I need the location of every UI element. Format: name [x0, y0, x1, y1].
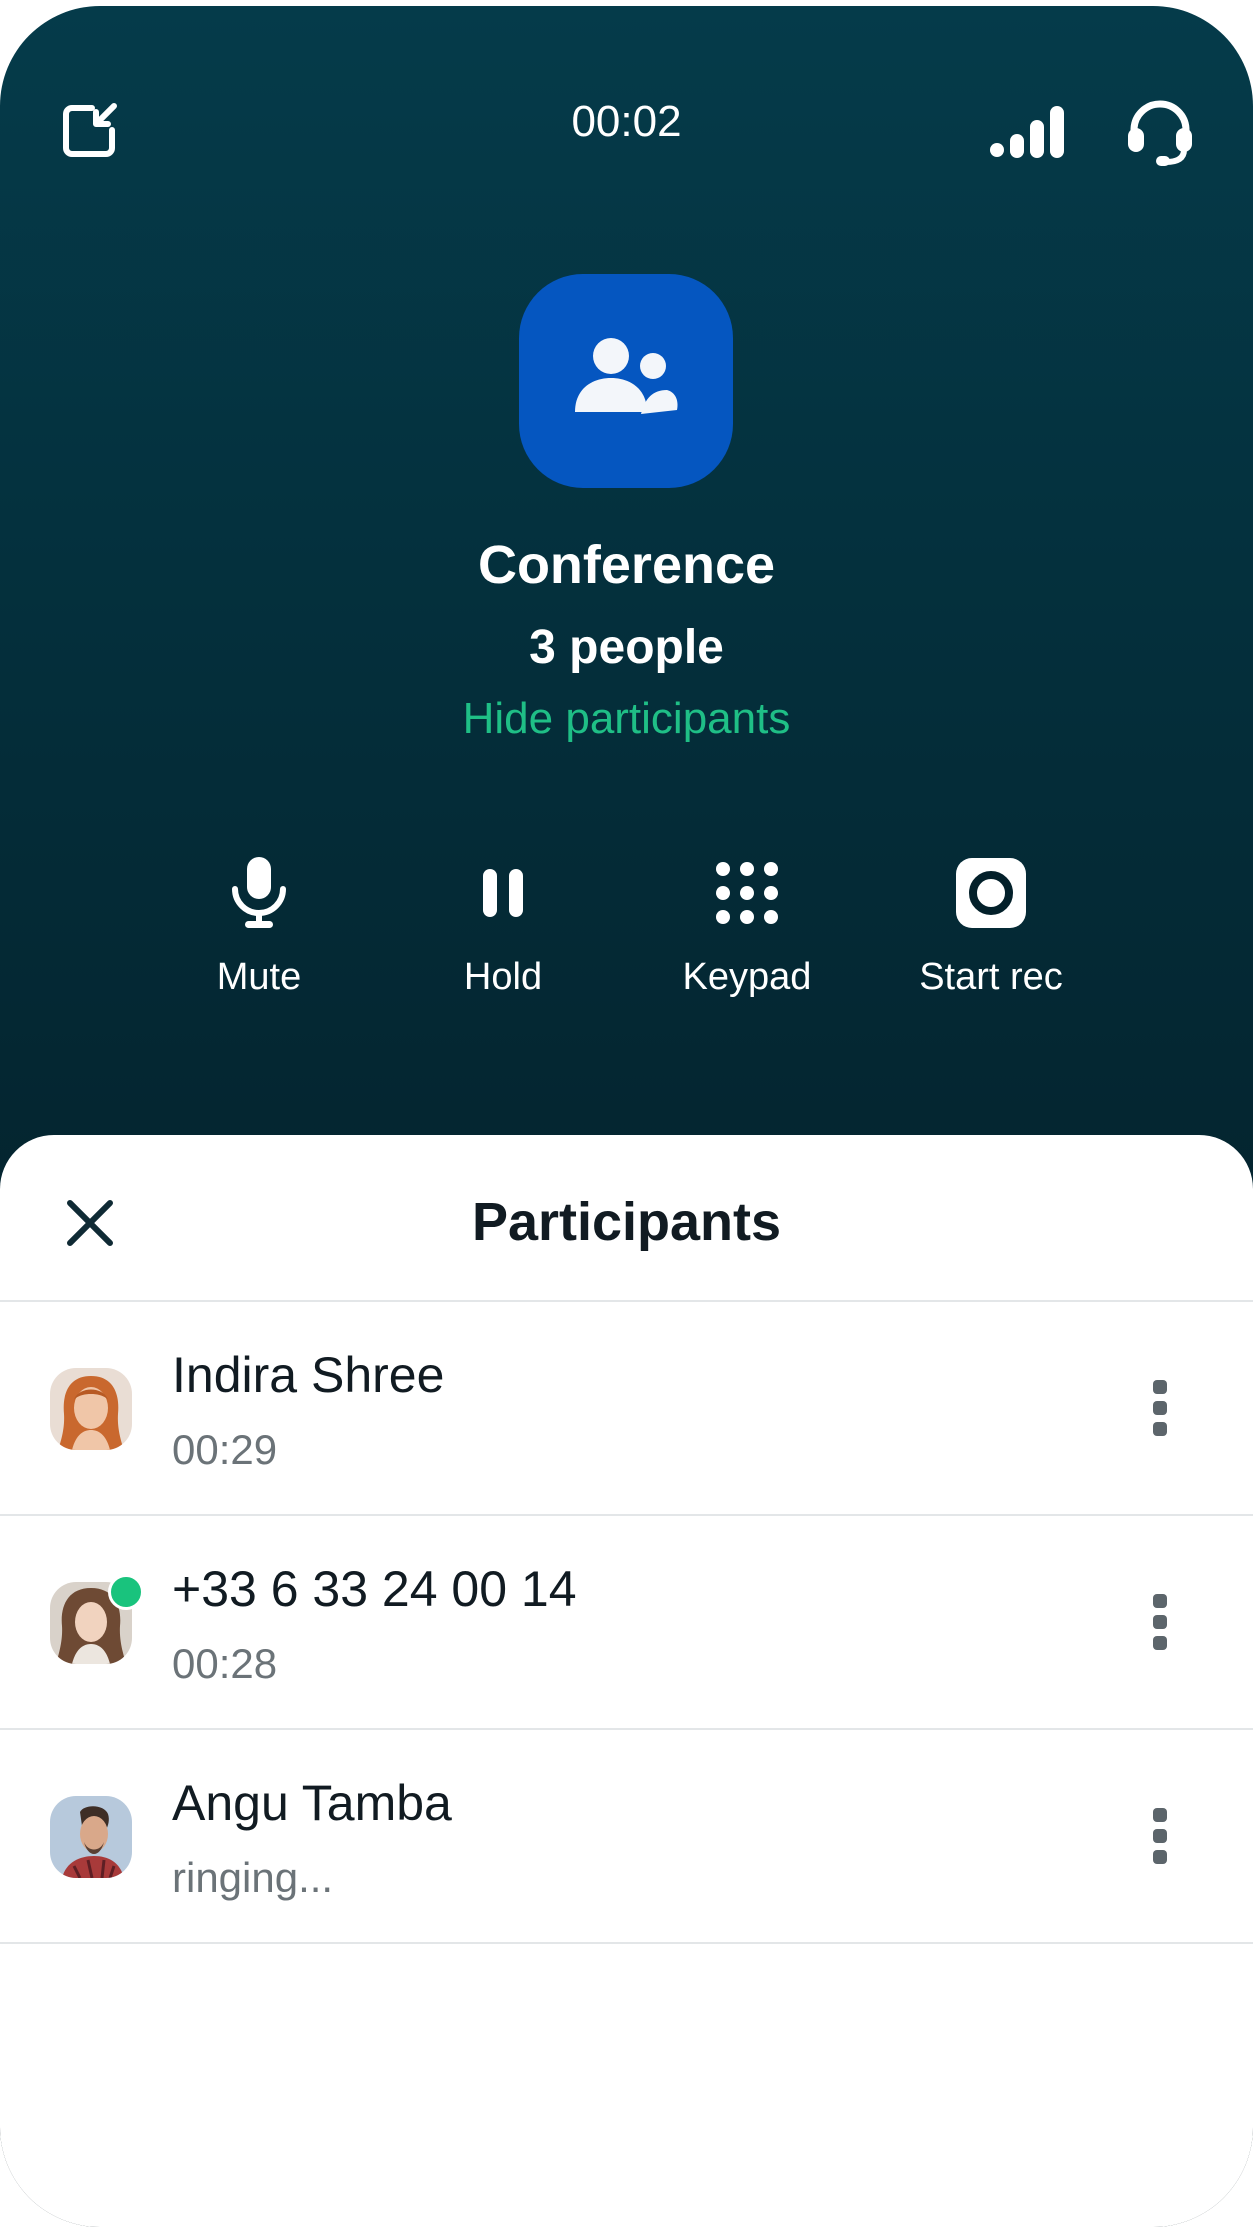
microphone-icon	[231, 857, 287, 933]
participant-name: Angu Tamba	[172, 1775, 452, 1831]
mute-button[interactable]: Mute	[149, 856, 369, 999]
participant-name: +33 6 33 24 00 14	[172, 1561, 577, 1617]
keypad-button[interactable]: Keypad	[637, 856, 857, 999]
more-options-button[interactable]	[1146, 1592, 1174, 1652]
pause-icon	[481, 867, 525, 923]
headset-icon[interactable]	[1126, 100, 1194, 170]
participants-sheet-header: Participants	[0, 1135, 1253, 1301]
more-vertical-icon	[1146, 1380, 1174, 1442]
hide-participants-link[interactable]: Hide participants	[0, 694, 1253, 744]
participant-status: ringing...	[172, 1854, 334, 1901]
keypad-icon	[715, 861, 779, 929]
signal-strength-icon	[990, 104, 1064, 162]
participant-duration: 00:28	[172, 1640, 278, 1687]
participant-count: 3 people	[529, 621, 724, 674]
more-options-button[interactable]	[1146, 1806, 1174, 1866]
hold-button[interactable]: Hold	[393, 856, 613, 999]
more-vertical-icon	[1146, 1808, 1174, 1870]
hold-label: Hold	[463, 956, 543, 998]
avatar	[50, 1796, 132, 1878]
participant-row[interactable]: +33 6 33 24 00 14 00:28	[0, 1516, 1253, 1728]
call-top-bar: 00:02	[0, 6, 1253, 176]
mute-label: Mute	[216, 956, 302, 998]
more-vertical-icon	[1146, 1594, 1174, 1656]
avatar	[50, 1368, 132, 1450]
participants-sheet: Participants Indira Shree 00:29 +33 6 33…	[0, 1135, 1253, 2227]
divider	[0, 1942, 1253, 1944]
conference-title: Conference	[477, 535, 776, 595]
record-icon	[956, 858, 1026, 932]
participant-duration: 00:29	[172, 1426, 278, 1473]
start-recording-label: Start rec	[919, 956, 1063, 998]
keypad-label: Keypad	[682, 956, 812, 998]
participant-row[interactable]: Angu Tamba ringing...	[0, 1730, 1253, 1942]
participant-row[interactable]: Indira Shree 00:29	[0, 1302, 1253, 1514]
participants-title: Participants	[471, 1192, 782, 1252]
online-status-dot	[108, 1574, 144, 1610]
start-recording-button[interactable]: Start rec	[881, 856, 1101, 999]
more-options-button[interactable]	[1146, 1378, 1174, 1438]
call-screen: 00:02 Conference 3 people Hide participa…	[0, 6, 1253, 2227]
participant-name: Indira Shree	[172, 1347, 445, 1403]
conference-avatar	[519, 274, 733, 488]
call-timer: 00:02	[571, 97, 682, 146]
group-icon	[571, 334, 681, 428]
call-controls: Mute Hold Keypad Start rec	[0, 856, 1253, 1016]
